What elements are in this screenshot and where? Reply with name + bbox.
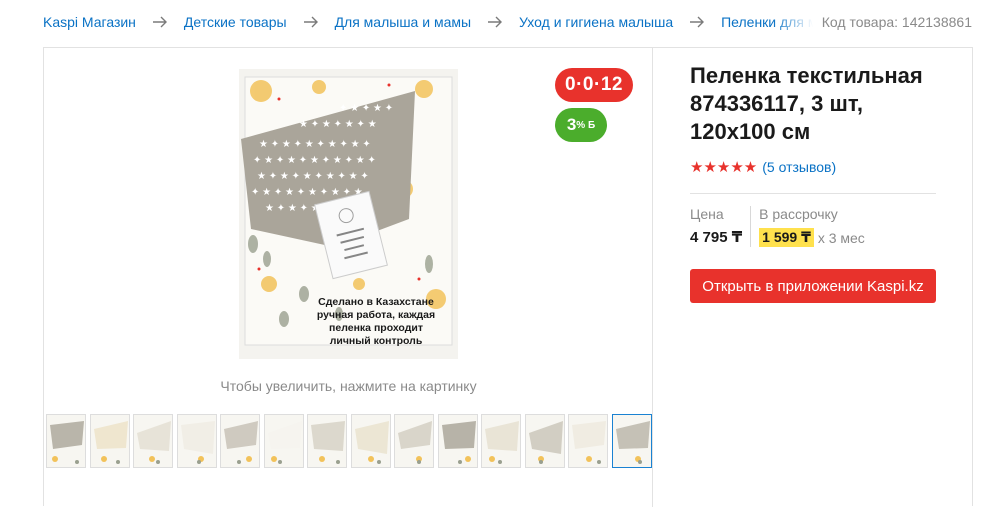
product-main-image[interactable]: ★ ✦ ★ ✦ ★ ✦ ★ ✦ ★ ✦ ✦ ★ ✦ ★ ✦ ★ ✦ ★ ✦ ★ … bbox=[239, 69, 458, 359]
bonus-badge: 3% Б bbox=[555, 108, 607, 142]
installment-label: В рассрочку bbox=[759, 206, 838, 222]
installment-info: 1 599 ₸ x 3 мес bbox=[759, 228, 865, 247]
bonus-value: 3 bbox=[566, 115, 577, 134]
arrow-right-icon bbox=[673, 16, 721, 28]
product-code: Код товара: 142138861 bbox=[821, 14, 972, 30]
image-gallery: ★ ✦ ★ ✦ ★ ✦ ★ ✦ ★ ✦ ✦ ★ ✦ ★ ✦ ★ ✦ ★ ✦ ★ … bbox=[44, 48, 653, 507]
image-caption-line-1: Сделано в Казахстане bbox=[318, 296, 434, 308]
swaddle-package-image: ★ ✦ ★ ✦ ★ ✦ ★ ✦ ★ ✦ ✦ ★ ✦ ★ ✦ ★ ✦ ★ ✦ ★ … bbox=[239, 69, 458, 359]
price-label: Цена bbox=[690, 206, 724, 222]
image-caption-line-2: ручная работа, каждая bbox=[317, 309, 435, 321]
thumbnail[interactable] bbox=[307, 414, 347, 468]
product-title: Пеленка текстильная 874336117, 3 шт, 120… bbox=[690, 63, 923, 144]
thumbnail[interactable] bbox=[611, 414, 652, 468]
product-card: ★ ✦ ★ ✦ ★ ✦ ★ ✦ ★ ✦ ✦ ★ ✦ ★ ✦ ★ ✦ ★ ✦ ★ … bbox=[43, 47, 973, 507]
image-caption-line-3: пеленка проходит bbox=[329, 322, 423, 334]
thumbnail[interactable] bbox=[394, 414, 434, 468]
installment-term: x 3 мес bbox=[817, 229, 865, 246]
svg-text:✦ ★ ✦ ★ ✦ ★ ✦ ★ ✦ ★: ✦ ★ ✦ ★ ✦ ★ ✦ ★ ✦ ★ bbox=[251, 187, 363, 198]
product-rating: ★★★★★ (5 отзывов) bbox=[690, 158, 950, 176]
price-column: Цена 4 795 ₸ bbox=[690, 206, 750, 247]
svg-text:★ ✦ ★ ✦ ★ ✦ ★: ★ ✦ ★ ✦ ★ ✦ ★ bbox=[299, 119, 377, 130]
breadcrumb-link-kids[interactable]: Детские товары bbox=[184, 14, 287, 30]
thumbnail-strip bbox=[46, 414, 655, 468]
installment-badge: 0·0·12 bbox=[555, 68, 633, 102]
breadcrumb-list: Kaspi Магазин Детские товары Для малыша … bbox=[43, 14, 813, 30]
thumbnail[interactable] bbox=[89, 414, 130, 468]
star-rating-icon: ★★★★★ bbox=[690, 159, 758, 176]
breadcrumb-link-baby-mom[interactable]: Для малыша и мамы bbox=[335, 14, 471, 30]
thumbnail[interactable] bbox=[133, 414, 173, 468]
reviews-link[interactable]: (5 отзывов) bbox=[762, 159, 836, 175]
svg-text:✦ ★ ✦ ★ ✦ ★ ✦ ★ ✦ ★ ✦: ✦ ★ ✦ ★ ✦ ★ ✦ ★ ✦ ★ ✦ bbox=[253, 155, 376, 166]
zoom-hint: Чтобы увеличить, нажмите на картинку bbox=[220, 378, 477, 394]
breadcrumb-link-diapers[interactable]: Пеленки для малышей bbox=[721, 14, 813, 30]
open-in-app-button[interactable]: Открыть в приложении Kaspi.kz bbox=[690, 269, 936, 303]
price-value: 4 795 ₸ bbox=[690, 229, 743, 246]
arrow-right-icon bbox=[136, 16, 184, 28]
product-info: Пеленка текстильная 874336117, 3 шт, 120… bbox=[690, 48, 950, 303]
arrow-right-icon bbox=[287, 16, 335, 28]
installment-monthly: 1 599 ₸ bbox=[759, 228, 814, 247]
thumbnail[interactable] bbox=[481, 414, 521, 468]
thumbnail[interactable] bbox=[350, 414, 391, 468]
thumbnail[interactable] bbox=[263, 414, 304, 468]
breadcrumb-link-baby-care[interactable]: Уход и гигиена малыша bbox=[519, 14, 673, 30]
thumbnail[interactable] bbox=[176, 414, 217, 468]
image-caption-line-4: личный контроль bbox=[330, 335, 423, 347]
thumbnail[interactable] bbox=[220, 414, 260, 468]
svg-text:★ ✦ ★ ✦ ★ ✦ ★ ✦ ★ ✦: ★ ✦ ★ ✦ ★ ✦ ★ ✦ ★ ✦ bbox=[259, 139, 371, 150]
bonus-suffix: % Б bbox=[576, 119, 596, 131]
breadcrumb-link-kaspi-shop[interactable]: Kaspi Магазин bbox=[43, 14, 136, 30]
price-block: Цена 4 795 ₸ В рассрочку 1 599 ₸ x 3 мес bbox=[690, 206, 950, 247]
svg-text:★ ✦ ★ ✦ ★ ✦ ★ ✦ ★ ✦: ★ ✦ ★ ✦ ★ ✦ ★ ✦ ★ ✦ bbox=[257, 171, 369, 182]
thumbnail[interactable] bbox=[437, 414, 478, 468]
divider bbox=[690, 193, 936, 194]
thumbnail[interactable] bbox=[524, 414, 565, 468]
thumbnail[interactable] bbox=[46, 414, 86, 468]
arrow-right-icon bbox=[471, 16, 519, 28]
svg-text:✦ ★ ✦ ★ ✦: ✦ ★ ✦ ★ ✦ bbox=[339, 103, 393, 114]
installment-column: В рассрочку 1 599 ₸ x 3 мес bbox=[750, 206, 865, 247]
thumbnail[interactable] bbox=[568, 414, 608, 468]
